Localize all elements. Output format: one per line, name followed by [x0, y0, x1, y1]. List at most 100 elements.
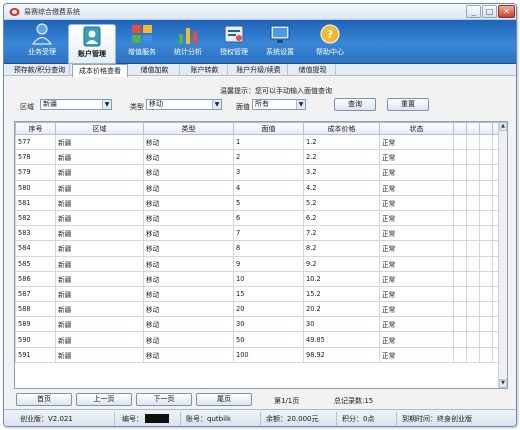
cell-face-value: 20: [233, 301, 304, 318]
table-row[interactable]: 580 新疆 移动 4 4.2 正常: [15, 179, 506, 196]
tab-upgrade-renew[interactable]: 账户升级/续费: [230, 64, 288, 76]
query-button[interactable]: 查询: [334, 98, 376, 111]
cell-type: 移动: [143, 133, 234, 151]
next-page-button[interactable]: 下一页: [136, 393, 192, 406]
cell-face-value: 15: [233, 285, 304, 303]
scroll-up-icon[interactable]: ▲: [499, 122, 507, 131]
tab-transfer[interactable]: 账户转款: [182, 64, 228, 76]
scroll-down-icon[interactable]: ▼: [499, 379, 507, 388]
table-row[interactable]: 581 新疆 移动 5 5.2 正常: [15, 194, 506, 211]
face-value-select[interactable]: 所有 ▼: [252, 99, 306, 110]
ribbon-help[interactable]: ? 帮助中心: [306, 23, 354, 62]
sub-tabs: 预存款/积分查询 成本价格查看 储值加款 账户转款 账户升级/续费 储值提现: [4, 64, 516, 77]
tab-withdraw[interactable]: 储值提现: [290, 64, 336, 76]
cell-face-value: 50: [233, 331, 304, 348]
col-header-face-value[interactable]: 面值: [233, 122, 304, 135]
cell-region: 新疆: [55, 301, 144, 318]
reset-button[interactable]: 重置: [387, 98, 429, 111]
cell-face-value: 1: [233, 133, 304, 151]
expiry-text: 到期时间：终身创业版: [402, 415, 472, 423]
table-row[interactable]: 587 新疆 移动 15 15.2 正常: [15, 285, 506, 303]
cell-type: 移动: [143, 164, 234, 181]
face-value-value: 所有: [255, 100, 269, 108]
table-row[interactable]: 586 新疆 移动 10 10.2 正常: [15, 270, 506, 287]
first-page-button[interactable]: 首页: [16, 393, 72, 406]
maximize-button[interactable]: □: [482, 5, 497, 18]
business-handling-icon: [32, 23, 52, 45]
cell-empty: [466, 346, 480, 363]
cell-face-value: 7: [233, 225, 304, 242]
table-row[interactable]: 591 新疆 移动 100 98.92 正常: [15, 346, 506, 363]
table-row[interactable]: 585 新疆 移动 9 9.2 正常: [15, 255, 506, 272]
cell-empty: [453, 255, 467, 272]
cell-type: 移动: [143, 149, 234, 166]
tab-deposit[interactable]: 储值加款: [130, 64, 180, 76]
last-page-button[interactable]: 尾页: [196, 393, 252, 406]
tab-cost-price[interactable]: 成本价格查看: [72, 64, 128, 77]
page-info: 第1/1页: [274, 397, 300, 405]
table-row[interactable]: 589 新疆 移动 30 30 正常: [15, 316, 506, 333]
region-label: 区域: [20, 103, 34, 111]
account-text: 账号：qutbilk: [186, 415, 232, 423]
ribbon-authorization[interactable]: 授权管理: [210, 23, 258, 62]
cell-empty: [466, 285, 480, 303]
cell-region: 新疆: [55, 331, 144, 348]
table-row[interactable]: 590 新疆 移动 50 49.85 正常: [15, 331, 506, 348]
ribbon-value-added[interactable]: 增值服务: [118, 23, 166, 62]
cell-empty: [453, 149, 467, 166]
cell-cost-price: 3.2: [303, 164, 380, 181]
cell-status: 正常: [379, 133, 454, 151]
cell-empty: [466, 240, 480, 257]
cell-region: 新疆: [55, 133, 144, 151]
ribbon-account-management[interactable]: 账户管理: [68, 24, 116, 64]
cell-status: 正常: [379, 285, 454, 303]
table-row[interactable]: 578 新疆 移动 2 2.2 正常: [15, 149, 506, 166]
cell-status: 正常: [379, 270, 454, 287]
cell-seq: 589: [15, 316, 56, 333]
prev-page-button[interactable]: 上一页: [76, 393, 132, 406]
cell-empty: [479, 209, 493, 227]
minimize-button[interactable]: _: [466, 5, 481, 18]
table-row[interactable]: 584 新疆 移动 8 8.2 正常: [15, 240, 506, 257]
col-header-cost-price[interactable]: 成本价格: [303, 122, 380, 135]
col-header-type[interactable]: 类型: [143, 122, 234, 135]
cell-empty: [453, 331, 467, 348]
region-select[interactable]: 新疆 ▼: [40, 99, 112, 110]
cell-empty: [466, 133, 480, 151]
cell-status: 正常: [379, 331, 454, 348]
close-button[interactable]: ✕: [498, 5, 515, 18]
cell-empty: [453, 194, 467, 211]
ribbon-settings[interactable]: 系统设置: [256, 23, 304, 62]
account-number-redacted: [145, 414, 169, 423]
help-icon: ?: [320, 24, 340, 44]
cell-face-value: 10: [233, 270, 304, 287]
price-table: 序号 区域 类型 面值 成本价格 状态 577 新疆 移动 1 1.2 正常 578 新疆 移动…: [14, 121, 508, 389]
cell-empty: [466, 331, 480, 348]
table-row[interactable]: 579 新疆 移动 3 3.2 正常: [15, 164, 506, 181]
cell-face-value: 30: [233, 316, 304, 333]
ribbon-business-handling[interactable]: 业务受理: [18, 23, 66, 62]
cell-empty: [466, 209, 480, 227]
vertical-scrollbar[interactable]: ▲ ▼: [498, 122, 507, 388]
col-header-seq[interactable]: 序号: [15, 122, 56, 135]
cell-face-value: 5: [233, 194, 304, 211]
type-select[interactable]: 移动 ▼: [146, 99, 222, 110]
table-row[interactable]: 577 新疆 移动 1 1.2 正常: [15, 133, 506, 151]
table-row[interactable]: 583 新疆 移动 7 7.2 正常: [15, 225, 506, 242]
table-row[interactable]: 588 新疆 移动 20 20.2 正常: [15, 301, 506, 318]
cell-empty: [453, 346, 467, 363]
table-row[interactable]: 582 新疆 移动 6 6.2 正常: [15, 209, 506, 227]
cell-empty: [453, 301, 467, 318]
cell-empty: [453, 209, 467, 227]
col-header-status[interactable]: 状态: [379, 122, 454, 135]
cell-empty: [479, 285, 493, 303]
cell-type: 移动: [143, 316, 234, 333]
value-added-icon: [132, 25, 152, 43]
col-header-region[interactable]: 区域: [55, 122, 144, 135]
status-separator: [180, 412, 181, 426]
cell-status: 正常: [379, 255, 454, 272]
cell-empty: [466, 225, 480, 242]
ribbon-statistics[interactable]: 统计分析: [164, 23, 212, 62]
cell-seq: 581: [15, 194, 56, 211]
tab-prepaid-points[interactable]: 预存款/积分查询: [10, 64, 70, 76]
